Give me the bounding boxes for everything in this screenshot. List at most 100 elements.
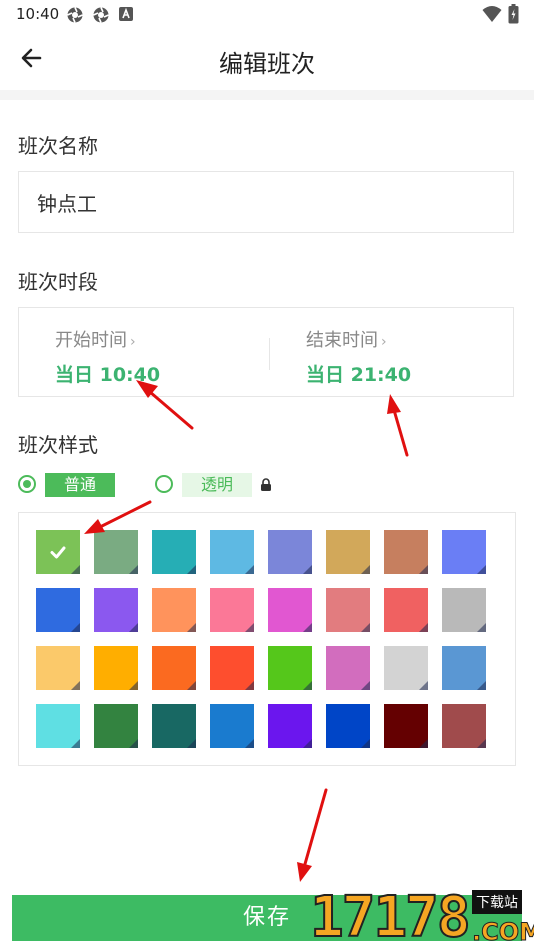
shift-period-label: 班次时段 [18, 270, 98, 294]
color-swatch[interactable] [94, 530, 138, 574]
color-swatch[interactable] [152, 530, 196, 574]
swatch-corner [187, 739, 196, 748]
swatch-corner [71, 565, 80, 574]
color-swatch[interactable] [36, 530, 80, 574]
aperture-icon [67, 7, 83, 23]
swatch-corner [129, 681, 138, 690]
swatch-corner [129, 623, 138, 632]
end-time-value: 当日 21:40 [306, 364, 412, 386]
style-option-normal[interactable]: 普通 [45, 473, 115, 497]
annotation-arrow-end-time [387, 394, 409, 457]
shift-period-box: 开始时间 › 当日 10:40 结束时间 › 当日 21:40 [18, 307, 514, 397]
watermark-number: 17178 [309, 885, 472, 950]
swatch-corner [187, 681, 196, 690]
swatch-corner [361, 681, 370, 690]
color-swatch[interactable] [384, 588, 428, 632]
battery-icon [508, 4, 519, 24]
color-swatch[interactable] [36, 704, 80, 748]
color-swatch[interactable] [152, 646, 196, 690]
wifi-icon [482, 6, 502, 22]
color-palette [18, 512, 516, 766]
swatch-corner [361, 623, 370, 632]
color-swatch[interactable] [268, 704, 312, 748]
watermark-tag: 下载站 [472, 890, 522, 914]
color-swatch[interactable] [384, 530, 428, 574]
swatch-corner [245, 565, 254, 574]
swatch-corner [303, 739, 312, 748]
color-swatch[interactable] [36, 646, 80, 690]
swatch-corner [303, 565, 312, 574]
swatch-corner [71, 739, 80, 748]
swatch-corner [477, 565, 486, 574]
swatch-corner [187, 565, 196, 574]
swatch-corner [71, 681, 80, 690]
chevron-right-icon: › [130, 334, 136, 350]
aperture-icon [93, 7, 109, 23]
color-swatch[interactable] [152, 704, 196, 748]
end-time-label: 结束时间 › [306, 330, 387, 351]
start-time-label: 开始时间 › [55, 330, 136, 351]
shift-name-field[interactable] [18, 171, 514, 233]
color-swatch[interactable] [210, 704, 254, 748]
style-options: 普通 透明 [18, 472, 318, 500]
color-swatch[interactable] [384, 704, 428, 748]
swatch-corner [71, 623, 80, 632]
color-swatch[interactable] [268, 588, 312, 632]
color-swatch[interactable] [384, 646, 428, 690]
color-swatch[interactable] [442, 588, 486, 632]
site-watermark: 17178 下载站 .COM [306, 886, 534, 950]
swatch-corner [361, 739, 370, 748]
swatch-corner [303, 681, 312, 690]
section-divider [0, 90, 534, 100]
shift-style-label: 班次样式 [18, 433, 98, 457]
color-swatch[interactable] [326, 646, 370, 690]
color-swatch[interactable] [94, 588, 138, 632]
color-swatch[interactable] [268, 646, 312, 690]
color-swatch[interactable] [326, 704, 370, 748]
status-time: 10:40 [16, 5, 60, 23]
color-swatch[interactable] [326, 530, 370, 574]
color-swatch[interactable] [442, 704, 486, 748]
radio-transparent[interactable] [155, 475, 173, 493]
checkmark-icon [50, 546, 66, 559]
swatch-corner [419, 623, 428, 632]
color-swatch[interactable] [268, 530, 312, 574]
color-swatch[interactable] [36, 588, 80, 632]
start-time-value: 当日 10:40 [55, 364, 161, 386]
color-swatch[interactable] [442, 530, 486, 574]
swatch-corner [477, 681, 486, 690]
swatch-corner [477, 739, 486, 748]
color-swatch[interactable] [152, 588, 196, 632]
radio-normal[interactable] [18, 475, 36, 493]
color-swatch[interactable] [210, 530, 254, 574]
swatch-corner [245, 623, 254, 632]
color-swatch[interactable] [326, 588, 370, 632]
watermark-domain: .COM [471, 918, 534, 947]
lock-icon [261, 478, 271, 491]
app-bar: 编辑班次 [0, 28, 534, 90]
shift-name-label: 班次名称 [18, 134, 98, 158]
swatch-corner [419, 565, 428, 574]
color-swatch[interactable] [210, 588, 254, 632]
start-time-picker[interactable]: 开始时间 › 当日 10:40 [19, 308, 269, 396]
shift-name-input[interactable] [19, 172, 513, 232]
color-swatch[interactable] [94, 646, 138, 690]
swatch-corner [419, 739, 428, 748]
swatch-corner [303, 623, 312, 632]
annotation-arrow-save [297, 788, 328, 882]
a-badge-icon [119, 7, 133, 21]
color-swatch[interactable] [94, 704, 138, 748]
color-swatch[interactable] [210, 646, 254, 690]
swatch-corner [129, 739, 138, 748]
swatch-corner [477, 623, 486, 632]
swatch-corner [419, 681, 428, 690]
swatch-corner [361, 565, 370, 574]
style-option-transparent[interactable]: 透明 [182, 473, 252, 497]
swatch-corner [129, 565, 138, 574]
swatch-corner [187, 623, 196, 632]
end-time-picker[interactable]: 结束时间 › 当日 21:40 [270, 308, 514, 396]
chevron-right-icon: › [381, 334, 387, 350]
swatch-corner [245, 739, 254, 748]
status-bar: 10:40 [0, 0, 534, 28]
color-swatch[interactable] [442, 646, 486, 690]
